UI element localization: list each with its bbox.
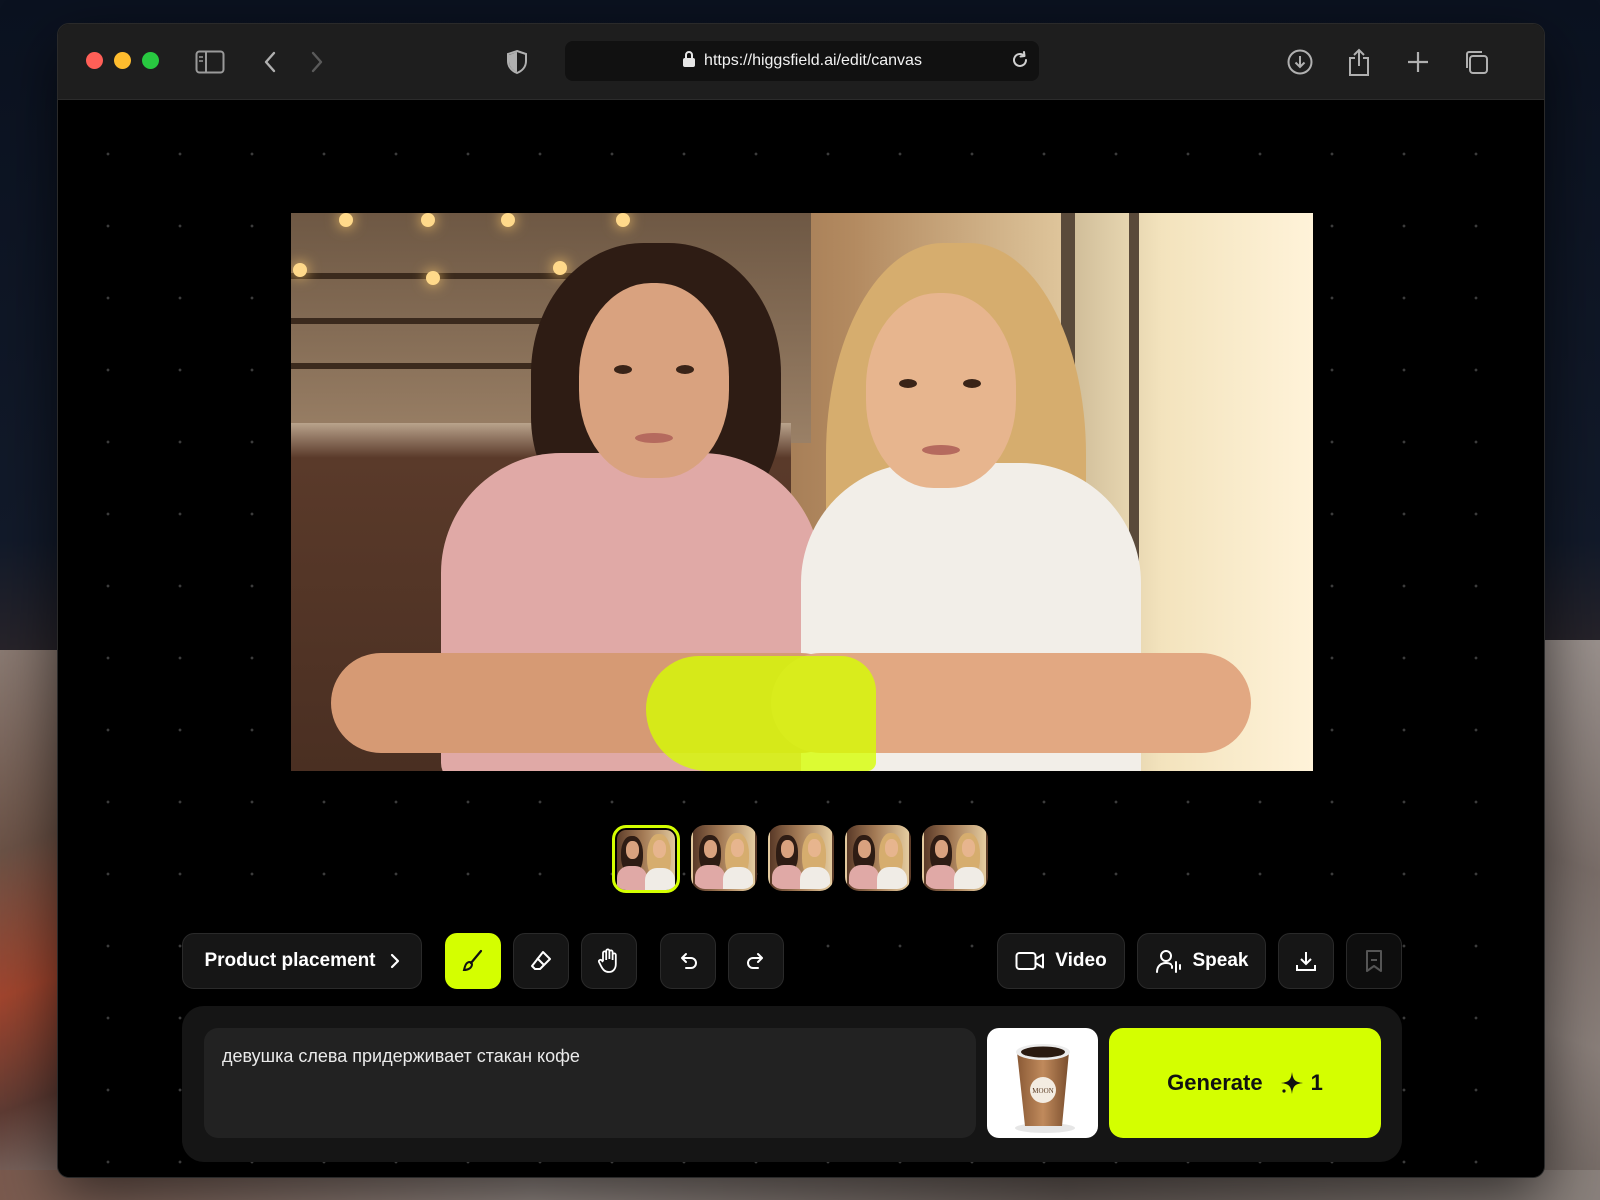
brush-mask-selection[interactable] xyxy=(646,656,876,771)
redo-button[interactable] xyxy=(728,933,784,989)
address-bar[interactable]: https://higgsfield.ai/edit/canvas xyxy=(565,41,1039,81)
hand-tool-button[interactable] xyxy=(581,933,637,989)
chevron-right-icon xyxy=(390,953,400,969)
generate-button[interactable]: Generate 1 xyxy=(1109,1028,1381,1138)
product-placement-button[interactable]: Product placement xyxy=(182,933,422,989)
speak-person-icon xyxy=(1155,948,1183,974)
close-window-button[interactable] xyxy=(86,52,103,69)
image-woman-right-face xyxy=(866,293,1016,488)
browser-window: https://higgsfield.ai/edit/canvas Produc… xyxy=(57,23,1545,1178)
brush-icon xyxy=(460,948,486,974)
thumbnail-3[interactable] xyxy=(768,825,834,891)
prompt-input[interactable]: девушка слева придерживает стакан кофе xyxy=(204,1028,976,1138)
edit-image[interactable] xyxy=(291,213,1313,771)
speak-label: Speak xyxy=(1192,950,1249,971)
bookmark-button[interactable] xyxy=(1346,933,1402,989)
download-icon xyxy=(1294,949,1318,973)
image-shelf xyxy=(291,363,551,369)
downloads-icon[interactable] xyxy=(1280,42,1320,82)
reload-icon[interactable] xyxy=(1009,49,1031,76)
image-bulb xyxy=(501,213,515,227)
cup-brand-text: MOON xyxy=(1032,1087,1053,1095)
new-tab-icon[interactable] xyxy=(1398,42,1438,82)
image-bulb xyxy=(293,263,307,277)
coffee-cup-image: MOON xyxy=(1015,1044,1075,1133)
video-label: Video xyxy=(1055,950,1107,971)
image-woman-left-face xyxy=(579,283,729,478)
url-text: https://higgsfield.ai/edit/canvas xyxy=(704,52,922,69)
download-button[interactable] xyxy=(1278,933,1334,989)
share-icon[interactable] xyxy=(1339,42,1379,82)
product-placement-label: Product placement xyxy=(204,950,376,971)
sidebar-toggle-icon[interactable] xyxy=(190,42,230,82)
image-bulb xyxy=(339,213,353,227)
image-shelf xyxy=(291,273,591,279)
back-arrow-icon[interactable] xyxy=(250,42,290,82)
image-bulb xyxy=(553,261,567,275)
product-image-thumbnail[interactable]: MOON xyxy=(987,1028,1098,1138)
image-bulb xyxy=(421,213,435,227)
eraser-icon xyxy=(528,948,554,974)
minimize-window-button[interactable] xyxy=(114,52,131,69)
prompt-panel: девушка слева придерживает стакан кофе M… xyxy=(182,1006,1402,1162)
thumbnail-1[interactable] xyxy=(612,825,680,893)
bookmark-icon xyxy=(1364,949,1384,973)
speak-button[interactable]: Speak xyxy=(1137,933,1266,989)
image-bulb xyxy=(616,213,630,227)
browser-titlebar: https://higgsfield.ai/edit/canvas xyxy=(58,24,1544,100)
generate-cost: 1 xyxy=(1310,1070,1323,1095)
undo-button[interactable] xyxy=(660,933,716,989)
video-camera-icon xyxy=(1015,950,1045,972)
tab-overview-icon[interactable] xyxy=(1456,42,1496,82)
editor-canvas[interactable]: Product placement Video Speak девушка сл… xyxy=(58,100,1544,1177)
privacy-shield-icon[interactable] xyxy=(497,42,537,82)
hand-icon xyxy=(596,947,622,975)
eraser-tool-button[interactable] xyxy=(513,933,569,989)
thumbnail-4[interactable] xyxy=(845,825,911,891)
prompt-text: девушка слева придерживает стакан кофе xyxy=(222,1046,580,1066)
sparkle-icon xyxy=(1279,1070,1305,1096)
thumbnail-2[interactable] xyxy=(691,825,757,891)
thumbnail-5[interactable] xyxy=(922,825,988,891)
redo-icon xyxy=(744,949,768,973)
video-button[interactable]: Video xyxy=(997,933,1125,989)
variation-thumbnails xyxy=(612,825,988,893)
generate-label: Generate xyxy=(1167,1070,1263,1095)
zoom-window-button[interactable] xyxy=(142,52,159,69)
brush-tool-button[interactable] xyxy=(445,933,501,989)
forward-arrow-icon[interactable] xyxy=(297,42,337,82)
lock-icon xyxy=(682,50,696,73)
image-bulb xyxy=(426,271,440,285)
undo-icon xyxy=(676,949,700,973)
